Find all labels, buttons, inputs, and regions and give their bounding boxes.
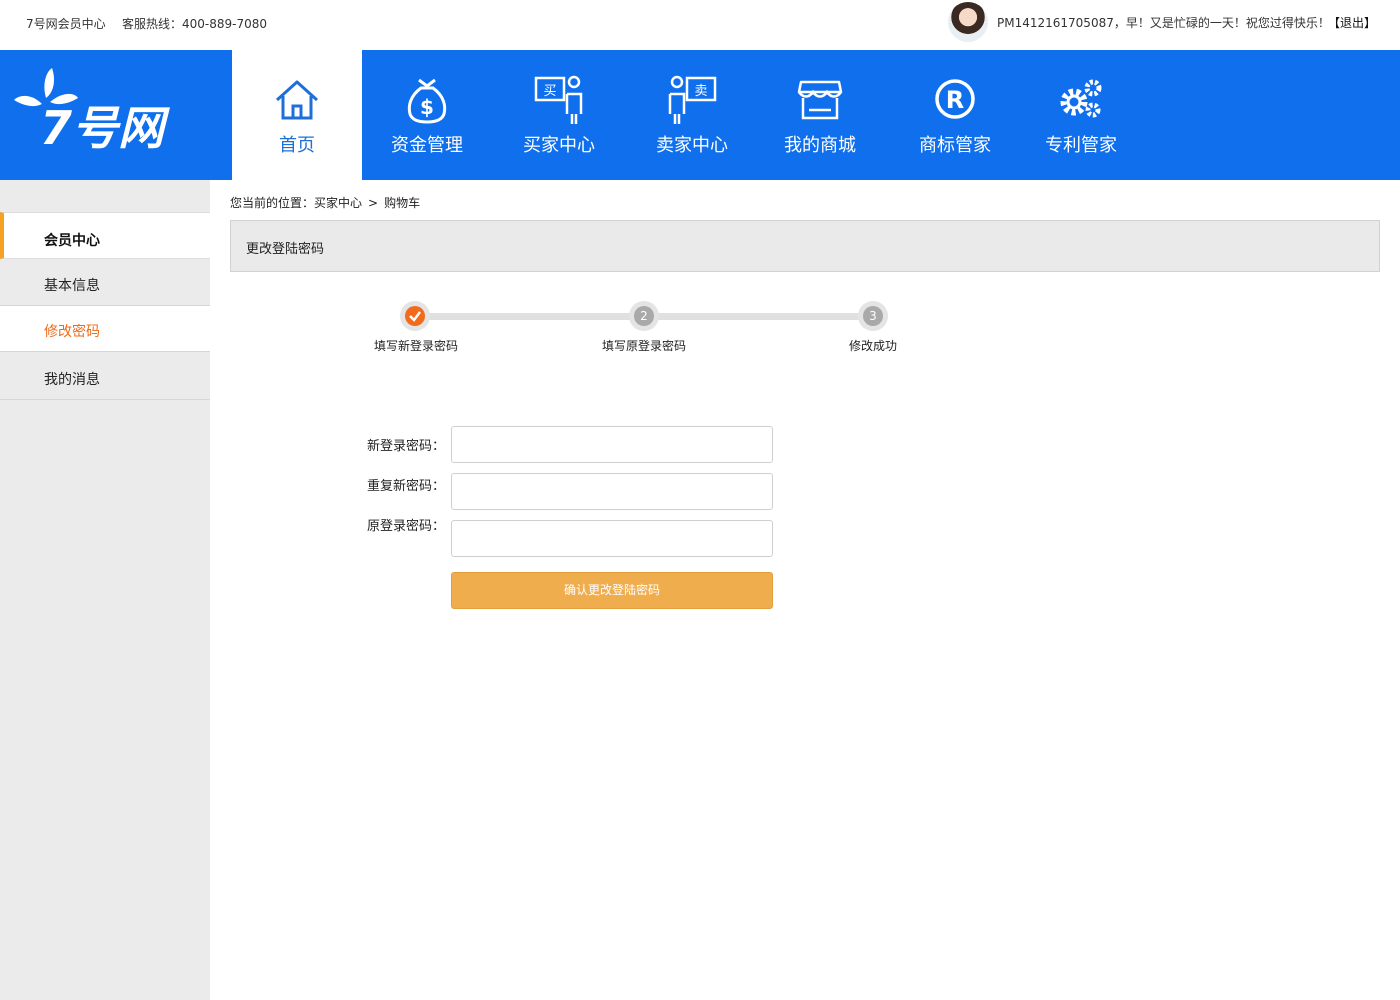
logo-leaf-icon: 7号网 (14, 68, 170, 155)
nav-label-home: 首页 (279, 135, 315, 156)
old-password-label: 原登录密码： (366, 519, 445, 534)
breadcrumb: 您当前的位置：买家中心 > 购物车 (230, 194, 420, 211)
avatar[interactable] (948, 2, 988, 42)
nav-label-trademark: 商标管家 (919, 135, 991, 156)
top-bar: 7号网会员中心 客服热线：400-889-7080 PM141216170508… (0, 0, 1400, 50)
breadcrumb-separator: > (368, 196, 379, 210)
nav-label-funds: 资金管理 (391, 135, 463, 156)
registered-icon: R (935, 79, 975, 119)
nav-label-patent: 专利管家 (1045, 135, 1117, 156)
sidebar-item-label: 修改密码 (44, 324, 100, 340)
site-name: 7号网会员中心 (26, 17, 106, 31)
nav-label-buyer: 买家中心 (523, 135, 595, 156)
step-3-marker: 3 (858, 301, 888, 331)
nav-item-trademark[interactable]: R 商标管家 (890, 50, 1020, 180)
step-2-label: 填写原登录密码 (601, 339, 686, 353)
gears-icon (1060, 79, 1102, 118)
sidebar-item-label: 我的消息 (44, 372, 100, 388)
store-icon (797, 80, 843, 120)
step-3-number: 3 (863, 306, 883, 326)
sidebar-item-basic-info[interactable]: 基本信息 (0, 260, 210, 306)
panel-header: 更改登陆密码 (230, 220, 1380, 272)
sidebar-item-label: 基本信息 (44, 278, 100, 294)
nav-label-store: 我的商城 (784, 135, 856, 156)
nav-item-home[interactable]: 首页 (232, 50, 362, 180)
panel-title: 更改登陆密码 (246, 242, 325, 257)
greeting-text: PM1412161705087，早！又是忙碌的一天！祝您过得快乐！ (997, 16, 1330, 30)
logout-link[interactable]: 【退出】 (1328, 14, 1376, 31)
old-password-field[interactable] (451, 520, 773, 557)
repeat-password-field[interactable] (451, 473, 773, 510)
svg-text:R: R (946, 86, 964, 114)
sidebar-item-messages[interactable]: 我的消息 (0, 354, 210, 400)
breadcrumb-prefix: 您当前的位置： (230, 196, 315, 210)
svg-text:$: $ (420, 95, 434, 119)
svg-text:买: 买 (543, 84, 556, 99)
home-icon (275, 80, 319, 120)
step-1-label: 填写新登录密码 (373, 339, 458, 353)
new-password-field[interactable] (451, 426, 773, 463)
sidebar-item-change-password[interactable]: 修改密码 (0, 306, 210, 352)
svg-text:卖: 卖 (694, 84, 707, 99)
nav-item-store[interactable]: 我的商城 (755, 50, 885, 180)
money-bag-icon: $ (407, 78, 447, 124)
repeat-password-label: 重复新密码： (366, 479, 445, 494)
seller-icon: 卖 (668, 75, 717, 124)
nav-item-seller[interactable]: 卖 卖家中心 (627, 50, 757, 180)
hotline-text: 客服热线：400-889-7080 (122, 17, 268, 31)
sidebar-header: 会员中心 (0, 212, 210, 259)
breadcrumb-level1[interactable]: 买家中心 (314, 196, 362, 210)
new-password-label: 新登录密码： (366, 439, 445, 454)
nav-item-funds[interactable]: $ 资金管理 (362, 50, 492, 180)
step-2-marker: 2 (629, 301, 659, 331)
nav-item-patent[interactable]: 专利管家 (1016, 50, 1146, 180)
step-3-label: 修改成功 (848, 339, 897, 353)
sidebar-header-label: 会员中心 (44, 233, 100, 249)
svg-text:7号网: 7号网 (40, 101, 170, 154)
nav-label-seller: 卖家中心 (656, 135, 728, 156)
step-1-marker (400, 301, 430, 331)
step-2-number: 2 (634, 306, 654, 326)
breadcrumb-level2[interactable]: 购物车 (384, 196, 420, 210)
site-logo[interactable]: 7号网 (12, 64, 208, 155)
check-icon (405, 306, 425, 326)
buyer-icon: 买 (534, 75, 583, 124)
sidebar: 会员中心 基本信息 修改密码 我的消息 (0, 180, 210, 1000)
confirm-change-password-button[interactable]: 确认更改登陆密码 (451, 572, 773, 609)
nav-item-buyer[interactable]: 买 买家中心 (494, 50, 624, 180)
main-nav: 7号网 首页 $ 资金管理 买 买家中心 卖 卖家中心 我的商城 R 商标管家 … (0, 50, 1400, 180)
